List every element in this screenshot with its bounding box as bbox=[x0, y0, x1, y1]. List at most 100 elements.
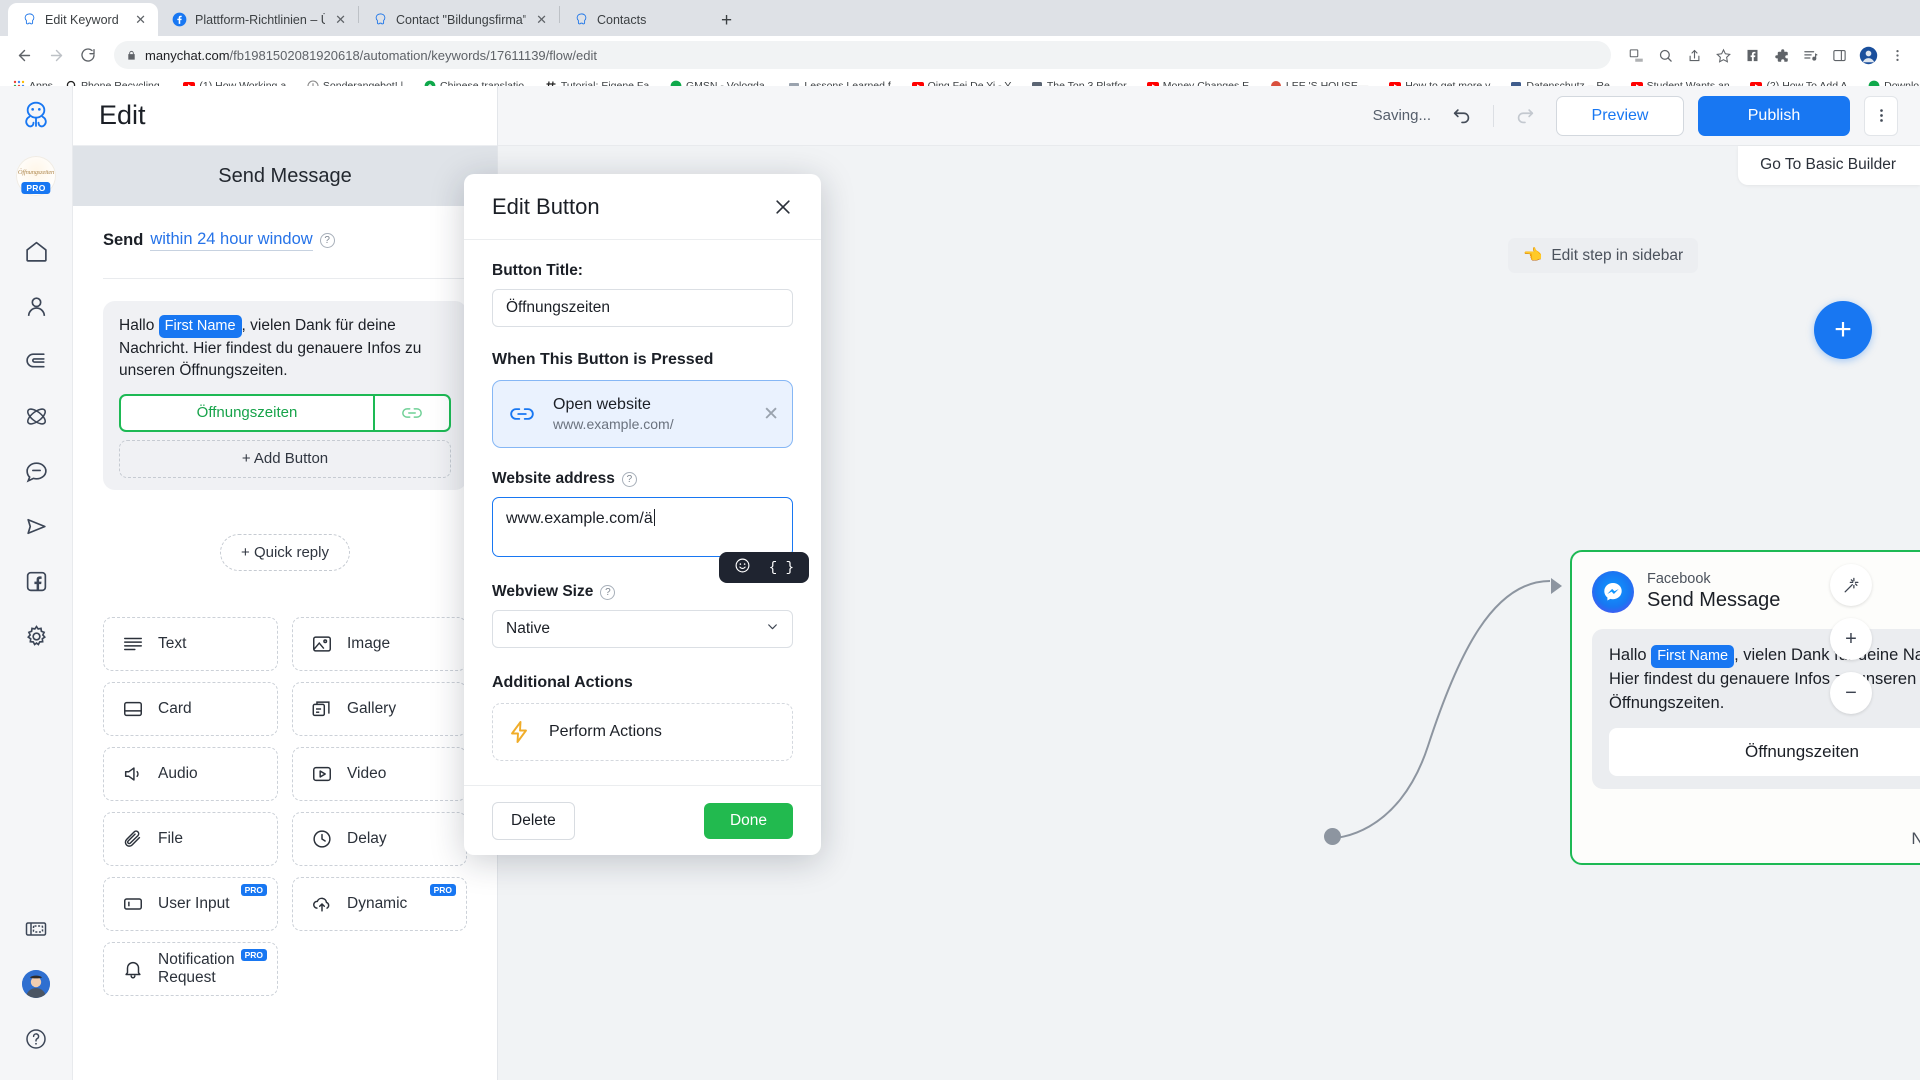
variable-chip[interactable]: First Name bbox=[159, 315, 242, 338]
webview-size-select[interactable]: Native bbox=[492, 610, 793, 648]
preview-button[interactable]: Preview bbox=[1556, 96, 1684, 136]
zoom-in-button[interactable]: + bbox=[1830, 618, 1872, 660]
back-icon[interactable] bbox=[10, 41, 38, 69]
content-type-video[interactable]: Video bbox=[292, 747, 467, 801]
chrome-menu-icon[interactable] bbox=[1884, 42, 1910, 68]
zoom-out-button[interactable]: − bbox=[1830, 672, 1872, 714]
forward-icon[interactable] bbox=[42, 41, 70, 69]
profile-avatar-icon[interactable] bbox=[1855, 42, 1881, 68]
content-type-file[interactable]: File bbox=[103, 812, 278, 866]
account-switcher[interactable]: Öffnungszeiten PRO bbox=[0, 146, 72, 206]
add-quick-reply-button[interactable]: + Quick reply bbox=[220, 534, 350, 571]
node-next-step[interactable]: Next Step bbox=[1592, 829, 1920, 849]
node-button[interactable]: Öffnungszeiten bbox=[1609, 728, 1920, 776]
publish-button[interactable]: Publish bbox=[1698, 96, 1850, 136]
sidebar-item-automation[interactable] bbox=[0, 389, 73, 444]
question-mark-icon[interactable]: ? bbox=[622, 472, 637, 487]
url-path: /fb1981502081920618/automation/keywords/… bbox=[230, 48, 597, 63]
message-bubble[interactable]: Hallo First Name, vielen Dank für deine … bbox=[103, 301, 467, 490]
content-type-delay[interactable]: Delay bbox=[292, 812, 467, 866]
account-name: Öffnungszeiten bbox=[18, 169, 54, 176]
delete-button[interactable]: Delete bbox=[492, 802, 575, 840]
content-type-label: Card bbox=[158, 700, 192, 718]
send-window-select[interactable]: within 24 hour window bbox=[150, 230, 312, 251]
toolbar-icons bbox=[1623, 42, 1910, 68]
browser-tab-0[interactable]: Edit Keyword ✕ bbox=[8, 3, 158, 36]
sidebar-item-facebook[interactable] bbox=[0, 554, 73, 609]
browser-tab-1[interactable]: Plattform-Richtlinien – Übersic ✕ bbox=[158, 3, 358, 36]
done-button[interactable]: Done bbox=[704, 803, 793, 839]
edit-button-modal: Edit Button Button Title: Öffnungszeiten… bbox=[464, 174, 821, 855]
content-type-text[interactable]: Text bbox=[103, 617, 278, 671]
content-type-card[interactable]: Card bbox=[103, 682, 278, 736]
message-button[interactable]: Öffnungszeiten bbox=[119, 394, 451, 432]
close-icon[interactable] bbox=[773, 197, 793, 217]
website-address-input[interactable]: www.example.com/ä { } bbox=[492, 497, 793, 557]
content-type-audio[interactable]: Audio bbox=[103, 747, 278, 801]
toolbar-divider bbox=[1493, 105, 1494, 127]
sidebar-item-templates[interactable] bbox=[0, 901, 73, 956]
go-to-basic-builder-button[interactable]: Go To Basic Builder bbox=[1738, 146, 1920, 185]
question-mark-icon[interactable]: ? bbox=[600, 585, 615, 600]
send-timing-row: Send within 24 hour window ? bbox=[103, 230, 467, 251]
sidebar-item-broadcasting[interactable] bbox=[0, 499, 73, 554]
reload-icon[interactable] bbox=[74, 41, 102, 69]
content-type-gallery[interactable]: Gallery bbox=[292, 682, 467, 736]
undo-icon[interactable] bbox=[1445, 99, 1479, 133]
reading-list-icon[interactable] bbox=[1797, 42, 1823, 68]
sidebar-item-contacts[interactable] bbox=[0, 279, 73, 334]
add-button[interactable]: + Add Button bbox=[119, 440, 451, 478]
button-title-input[interactable]: Öffnungszeiten bbox=[492, 289, 793, 327]
sidebar-item-home[interactable] bbox=[0, 224, 73, 279]
link-icon[interactable] bbox=[373, 396, 449, 430]
star-icon[interactable] bbox=[1710, 42, 1736, 68]
content-type-label: Text bbox=[158, 635, 186, 653]
sidebar-item-settings[interactable] bbox=[0, 609, 73, 664]
question-mark-icon[interactable]: ? bbox=[320, 233, 335, 248]
action-card-open-website[interactable]: Open website www.example.com/ ✕ bbox=[492, 380, 793, 448]
translate-icon[interactable] bbox=[1623, 42, 1649, 68]
emoji-picker-button[interactable] bbox=[734, 557, 751, 579]
extensions-icon[interactable] bbox=[1768, 42, 1794, 68]
content-type-label: Dynamic bbox=[347, 895, 407, 913]
new-tab-button[interactable]: + bbox=[710, 11, 743, 36]
redo-icon[interactable] bbox=[1508, 99, 1542, 133]
sidebar-item-help[interactable] bbox=[0, 1011, 73, 1066]
perform-actions-label: Perform Actions bbox=[549, 723, 662, 741]
kebab-menu-icon[interactable] bbox=[1864, 96, 1898, 136]
close-icon[interactable]: ✕ bbox=[333, 11, 348, 28]
variable-insert-button[interactable]: { } bbox=[769, 560, 794, 576]
share-icon[interactable] bbox=[1681, 42, 1707, 68]
magic-wand-icon[interactable] bbox=[1830, 564, 1872, 606]
facebook-icon[interactable] bbox=[1739, 42, 1765, 68]
facebook-icon bbox=[172, 12, 187, 27]
content-type-dynamic[interactable]: Dynamic PRO bbox=[292, 877, 467, 931]
chat-bubble-icon bbox=[24, 459, 49, 484]
search-icon[interactable] bbox=[1652, 42, 1678, 68]
content-type-notification-request[interactable]: Notification Request PRO bbox=[103, 942, 278, 996]
connector-handle[interactable] bbox=[1324, 828, 1341, 845]
close-icon[interactable]: ✕ bbox=[534, 11, 549, 28]
editor-subtitle: Send Message bbox=[73, 146, 497, 206]
editor-panel: Edit Send Message Send within 24 hour wi… bbox=[73, 86, 498, 1080]
content-type-label: Gallery bbox=[347, 700, 396, 718]
browser-tab-3[interactable]: Contacts bbox=[560, 3, 710, 36]
close-icon[interactable]: ✕ bbox=[133, 11, 148, 28]
content-type-user-input[interactable]: User Input PRO bbox=[103, 877, 278, 931]
side-panel-icon[interactable] bbox=[1826, 42, 1852, 68]
next-step-label: Next Step bbox=[1911, 829, 1920, 849]
sidebar-item-live-chat[interactable] bbox=[0, 444, 73, 499]
pro-badge: PRO bbox=[21, 182, 50, 194]
perform-actions-button[interactable]: Perform Actions bbox=[492, 703, 793, 761]
action-card-texts: Open website www.example.com/ bbox=[553, 396, 674, 432]
browser-tab-2[interactable]: Contact "Bildungsfirma" throug ✕ bbox=[359, 3, 559, 36]
sidebar-item-growth-tools[interactable] bbox=[0, 334, 73, 389]
tab-title: Edit Keyword bbox=[45, 13, 125, 27]
content-type-image[interactable]: Image bbox=[292, 617, 467, 671]
close-icon[interactable]: ✕ bbox=[763, 403, 779, 426]
add-step-button[interactable]: + bbox=[1814, 301, 1872, 359]
address-bar[interactable]: manychat.com/fb1981502081920618/automati… bbox=[114, 41, 1611, 69]
manychat-icon bbox=[574, 12, 589, 27]
manychat-octopus-logo[interactable] bbox=[0, 86, 72, 146]
avatar[interactable] bbox=[0, 956, 73, 1011]
